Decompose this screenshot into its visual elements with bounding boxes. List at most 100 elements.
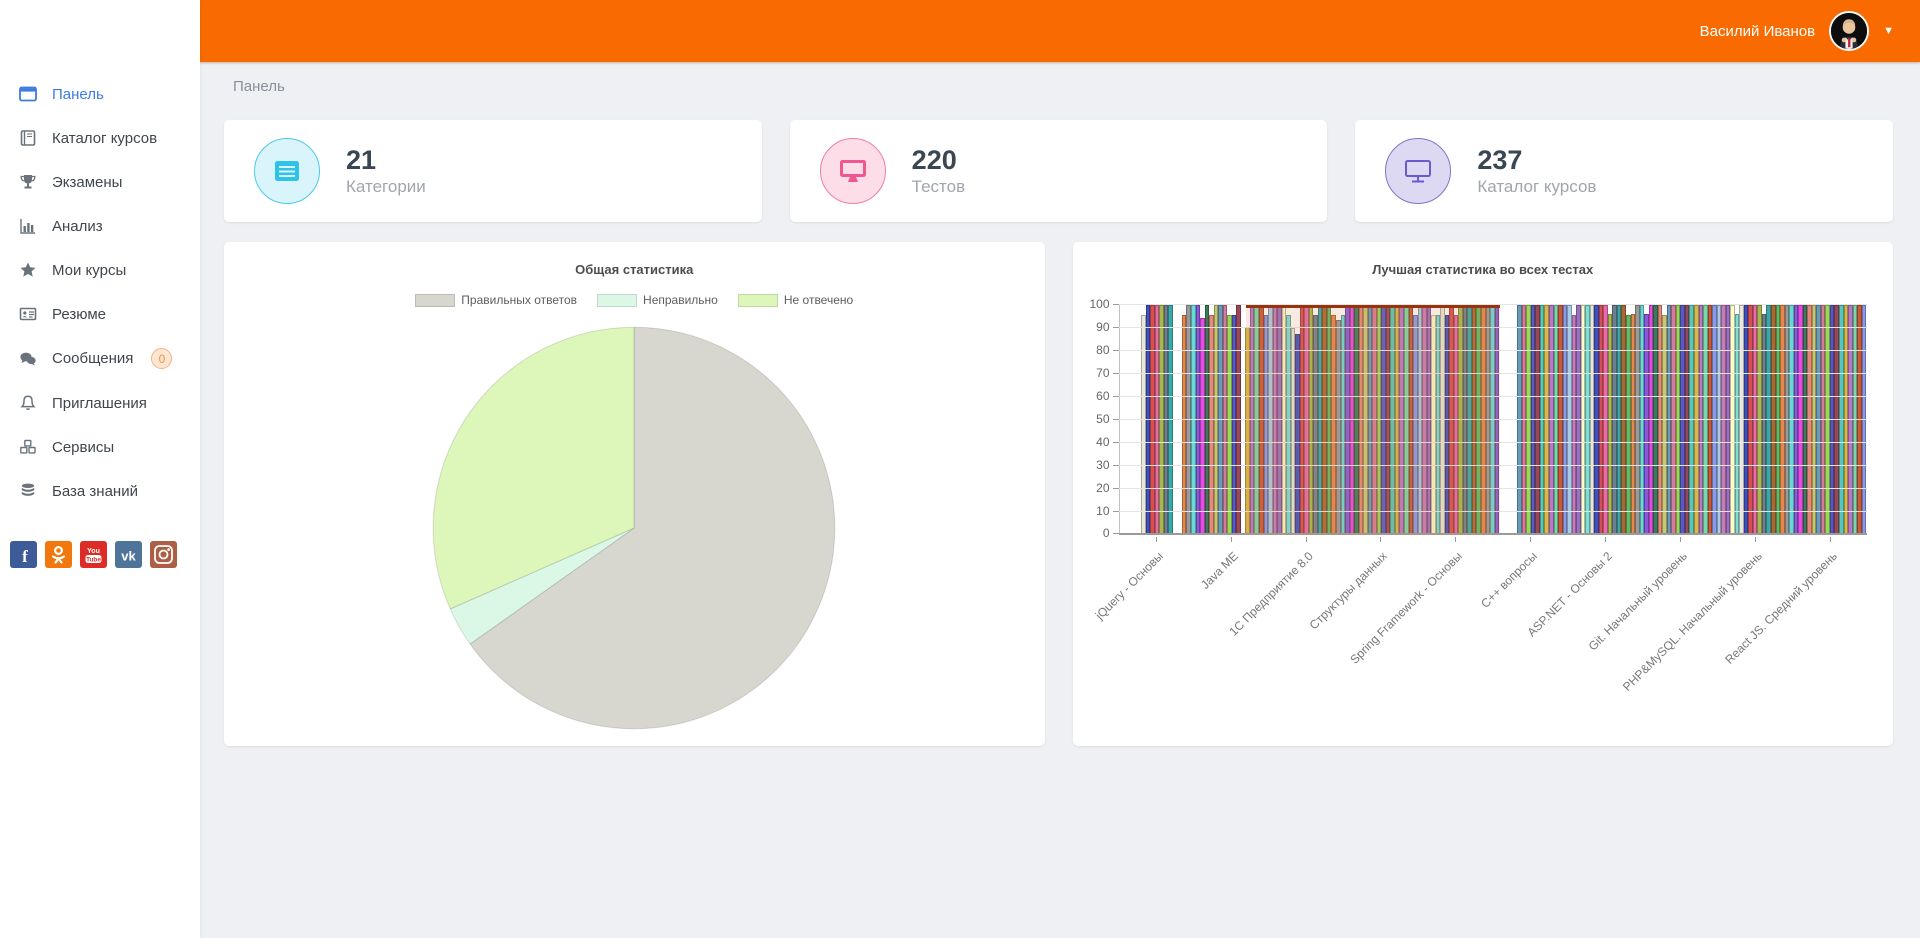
x-tick-label: C++ вопросы xyxy=(1478,549,1540,611)
sidebar-item-label: Экзамены xyxy=(52,174,122,191)
avatar[interactable] xyxy=(1829,11,1869,51)
monitor-outline-icon xyxy=(1385,138,1451,204)
y-tick-mark xyxy=(1113,327,1119,328)
sidebar-item-course-catalog[interactable]: Каталог курсов xyxy=(0,116,200,160)
list-icon xyxy=(254,138,320,204)
y-tick-mark xyxy=(1113,373,1119,374)
sidebar-item-label: Мои курсы xyxy=(52,262,126,279)
x-tick-mark xyxy=(1755,537,1756,542)
messages-count-badge: 0 xyxy=(151,348,172,369)
stat-card-course-catalog: 237Каталог курсов xyxy=(1355,120,1893,222)
x-tick-mark xyxy=(1830,537,1831,542)
legend-label: Правильных ответов xyxy=(461,293,577,307)
x-tick-label: 1С Предприятие 8.0 xyxy=(1226,549,1316,639)
pie-chart xyxy=(224,321,1045,735)
y-tick-mark xyxy=(1113,442,1119,443)
stat-card-tests: 220Тестов xyxy=(790,120,1328,222)
user-name[interactable]: Василий Иванов xyxy=(1700,23,1815,40)
x-tick-label: Структуры данных xyxy=(1307,549,1390,632)
sidebar-item-label: Анализ xyxy=(52,218,103,235)
id-card-icon xyxy=(18,304,38,324)
youtube-icon[interactable]: YouTube xyxy=(80,541,107,568)
sidebar-item-services[interactable]: Сервисы xyxy=(0,425,200,469)
stat-card-categories: 21Категории xyxy=(224,120,762,222)
highlight-band xyxy=(1246,305,1500,535)
cubes-icon xyxy=(18,437,38,457)
x-tick-mark xyxy=(1680,537,1681,542)
sidebar-item-label: Панель xyxy=(52,86,104,103)
y-tick-mark xyxy=(1113,465,1119,466)
stats-row: 21Категории 220Тестов 237Каталог курсов xyxy=(224,120,1893,222)
svg-text:f: f xyxy=(22,547,28,566)
breadcrumb-bar: Панель xyxy=(200,62,1920,110)
legend-item[interactable]: Правильных ответов xyxy=(415,293,577,307)
topbar: Василий Иванов ▼ xyxy=(200,0,1920,62)
x-tick-mark xyxy=(1231,537,1232,542)
svg-text:vk: vk xyxy=(121,549,136,564)
legend-swatch xyxy=(597,294,637,307)
vk-icon[interactable]: vk xyxy=(115,541,142,568)
breadcrumb: Панель xyxy=(233,78,285,95)
legend-item[interactable]: Неправильно xyxy=(597,293,718,307)
y-tick-mark xyxy=(1113,488,1119,489)
pie-chart-title: Общая статистика xyxy=(224,262,1045,277)
stat-value: 237 xyxy=(1477,145,1596,176)
sidebar-item-messages[interactable]: Сообщения0 xyxy=(0,336,200,381)
bar-chart-icon xyxy=(18,216,38,236)
stat-label: Тестов xyxy=(912,177,965,197)
charts-row: Общая статистика Правильных ответов Непра… xyxy=(224,242,1893,746)
odnoklassniki-icon[interactable] xyxy=(45,541,72,568)
sidebar-item-invitations[interactable]: Приглашения xyxy=(0,381,200,425)
x-tick-mark xyxy=(1380,537,1381,542)
sidebar-item-dashboard[interactable]: Панель xyxy=(0,72,200,116)
messages-icon xyxy=(18,349,38,369)
star-icon xyxy=(18,260,38,280)
sidebar-item-label: Каталог курсов xyxy=(52,130,157,147)
instagram-icon[interactable] xyxy=(150,541,177,568)
stat-value: 21 xyxy=(346,145,426,176)
sidebar-item-label: Сервисы xyxy=(52,439,114,456)
bar xyxy=(1862,305,1867,535)
social-links: f YouTube vk xyxy=(0,513,200,568)
pie-chart-card: Общая статистика Правильных ответов Непра… xyxy=(224,242,1045,746)
sidebar-item-my-courses[interactable]: Мои курсы xyxy=(0,248,200,292)
y-tick-mark xyxy=(1113,396,1119,397)
bell-icon xyxy=(18,393,38,413)
x-tick-mark xyxy=(1156,537,1157,542)
legend-label: Неправильно xyxy=(643,293,718,307)
facebook-icon[interactable]: f xyxy=(10,541,37,568)
y-tick-mark xyxy=(1113,419,1119,420)
legend-label: Не отвечено xyxy=(784,293,853,307)
x-tick-mark xyxy=(1605,537,1606,542)
dashboard-icon xyxy=(18,84,38,104)
bar-slot xyxy=(1862,305,1867,535)
y-tick-mark xyxy=(1113,511,1119,512)
bar-chart-plot: 0102030405060708090100 xyxy=(1119,305,1868,535)
database-icon xyxy=(18,481,38,501)
sidebar-item-exams[interactable]: Экзамены xyxy=(0,160,200,204)
user-menu-caret-icon[interactable]: ▼ xyxy=(1883,25,1894,37)
sidebar-menu: Панель Каталог курсов Экзамены Анализ Мои ку… xyxy=(0,0,200,513)
y-tick-mark xyxy=(1113,350,1119,351)
x-tick-label: Java ME xyxy=(1198,549,1241,592)
pie-legend: Правильных ответов Неправильно Не отвечено xyxy=(224,293,1045,307)
x-tick-label: jQuery - Основы xyxy=(1093,549,1166,622)
svg-text:Tube: Tube xyxy=(86,556,101,563)
bar-chart-title: Лучшая статистика во всех тестах xyxy=(1073,262,1894,277)
trophy-icon xyxy=(18,172,38,192)
sidebar-item-knowledge-base[interactable]: База знаний xyxy=(0,469,200,513)
legend-swatch xyxy=(738,294,778,307)
sidebar-item-analysis[interactable]: Анализ xyxy=(0,204,200,248)
stat-label: Категории xyxy=(346,177,426,197)
y-tick-mark xyxy=(1113,533,1119,534)
legend-swatch xyxy=(415,294,455,307)
stat-value: 220 xyxy=(912,145,965,176)
x-axis-labels: jQuery - ОсновыJava ME1С Предприятие 8.0… xyxy=(1119,537,1868,707)
main-content: Панель 21Категории 220Тестов 237Каталог ку… xyxy=(200,0,1920,746)
sidebar: Панель Каталог курсов Экзамены Анализ Мои ку… xyxy=(0,0,200,938)
legend-item[interactable]: Не отвечено xyxy=(738,293,853,307)
x-tick-mark xyxy=(1306,537,1307,542)
stat-label: Каталог курсов xyxy=(1477,177,1596,197)
sidebar-item-resume[interactable]: Резюме xyxy=(0,292,200,336)
x-tick-mark xyxy=(1530,537,1531,542)
